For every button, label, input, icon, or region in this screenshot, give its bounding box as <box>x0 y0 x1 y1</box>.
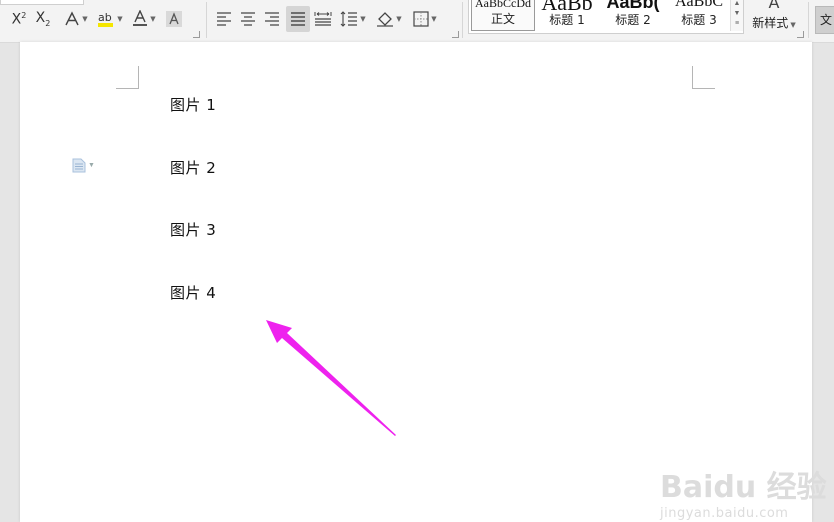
font-size-box[interactable] <box>0 0 84 5</box>
new-style-icon: A <box>768 0 780 12</box>
style-preview: AaBb( <box>606 0 660 12</box>
group-divider <box>462 2 463 38</box>
ribbon-toolbar: X2 X2 ▼ ab ▼ ▼ ▼ ▼ ▼ AaBbCcDd 正文 AaBb 标题… <box>0 0 834 43</box>
gallery-scroll[interactable]: ▲ ▼ ≡ <box>730 0 743 31</box>
char-shading-icon <box>166 11 182 27</box>
watermark-logo: Baidu 经验 <box>660 470 827 505</box>
style-name: 标题 1 <box>549 13 585 27</box>
chevron-up-icon: ▲ <box>733 0 741 7</box>
text-tools-button[interactable]: 文 <box>815 6 834 34</box>
style-name: 正文 <box>490 12 515 26</box>
new-style-label: 新样式 <box>752 16 789 30</box>
font-color-button[interactable]: ▼ <box>130 6 158 32</box>
superscript-icon: X2 <box>11 10 27 28</box>
justify-button[interactable] <box>286 6 310 32</box>
chevron-down-icon: ▼ <box>790 21 796 29</box>
watermark-url: jingyan.baidu.com <box>660 506 789 521</box>
borders-icon <box>413 11 429 27</box>
chevron-down-icon: ▼ <box>117 15 123 23</box>
char-shading-button[interactable] <box>163 6 185 32</box>
style-name: 标题 2 <box>615 13 651 27</box>
style-normal[interactable]: AaBbCcDd 正文 <box>471 0 535 31</box>
new-style-button[interactable]: A 新样式 ▼ <box>748 0 800 32</box>
shading-icon <box>377 12 394 27</box>
paragraph-dialog-launcher[interactable] <box>452 31 459 38</box>
font-color-icon <box>133 10 148 26</box>
document-page[interactable]: ▼ 图片 1 图片 2 图片 3 图片 4 Baidu 经验 jingyan.b… <box>20 42 827 522</box>
shading-button[interactable]: ▼ <box>374 6 404 32</box>
chevron-down-icon: ▼ <box>150 15 156 23</box>
chevron-down-icon: ▼ <box>396 15 402 23</box>
subscript-icon: X2 <box>35 10 51 28</box>
align-left-button[interactable] <box>214 6 234 32</box>
style-preview: AaBbCcDd <box>475 0 531 10</box>
svg-text:ab: ab <box>98 11 112 24</box>
superscript-button[interactable]: X2 <box>8 6 30 32</box>
highlight-icon: ab <box>98 11 114 27</box>
borders-button[interactable]: ▼ <box>410 6 440 32</box>
subscript-button[interactable]: X2 <box>32 6 54 32</box>
style-heading-3[interactable]: AaBbC 标题 3 <box>667 0 731 31</box>
align-right-icon <box>265 12 279 26</box>
annotation-arrow <box>266 320 396 436</box>
chevron-down-icon: ▼ <box>82 15 88 23</box>
style-heading-1[interactable]: AaBb 标题 1 <box>535 0 599 31</box>
style-name: 标题 3 <box>681 13 717 27</box>
font-dialog-launcher[interactable] <box>193 31 200 38</box>
align-left-icon <box>217 12 231 26</box>
style-preview: AaBbC <box>675 0 723 10</box>
align-right-button[interactable] <box>262 6 282 32</box>
align-center-icon <box>241 12 255 26</box>
group-divider <box>808 2 809 38</box>
styles-gallery: AaBbCcDd 正文 AaBb 标题 1 AaBb( 标题 2 AaBbC 标… <box>468 0 744 34</box>
group-divider <box>206 2 207 38</box>
distribute-icon <box>314 12 332 26</box>
highlight-button[interactable]: ab ▼ <box>96 6 124 32</box>
line-spacing-icon <box>340 11 358 27</box>
style-heading-2[interactable]: AaBb( 标题 2 <box>601 0 665 31</box>
line-spacing-button[interactable]: ▼ <box>338 6 368 32</box>
distribute-button[interactable] <box>312 6 334 32</box>
text-effect-button[interactable]: ▼ <box>62 6 90 32</box>
chevron-down-icon: ▼ <box>431 15 437 23</box>
chevron-down-icon: ▼ <box>360 15 366 23</box>
more-icon: ≡ <box>734 20 740 27</box>
styles-dialog-launcher[interactable] <box>797 31 804 38</box>
chevron-down-icon: ▼ <box>733 10 741 17</box>
watermark: Baidu 经验 jingyan.baidu.com <box>660 462 827 521</box>
justify-icon <box>291 12 305 26</box>
text-effect-icon <box>65 11 79 26</box>
align-center-button[interactable] <box>238 6 258 32</box>
